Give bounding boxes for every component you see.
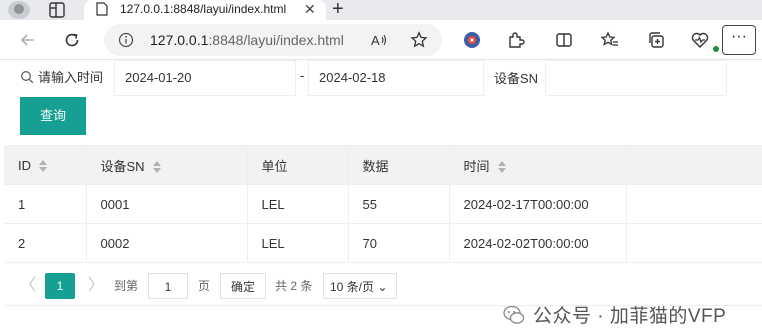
favorite-star-icon[interactable]	[410, 31, 428, 49]
goto-page-input[interactable]: 1	[148, 273, 188, 299]
total-count: 共 2 条	[275, 279, 313, 293]
cell-sn: 0001	[86, 184, 248, 224]
extension-icon[interactable]	[462, 30, 482, 50]
svg-text:A: A	[371, 33, 380, 48]
cell-unit: LEL	[247, 184, 349, 224]
current-page-button[interactable]: 1	[45, 273, 75, 299]
query-button[interactable]: 查询	[20, 97, 86, 135]
pagination: 〈 1 〉 到第 1 页 确定 共 2 条 10 条/页 ⌄	[4, 262, 762, 306]
tab-title: 127.0.0.1:8848/layui/index.html	[120, 2, 287, 16]
avatar-icon[interactable]	[8, 1, 30, 19]
cell-empty	[626, 223, 762, 263]
page-unit-label: 页	[198, 279, 211, 293]
goto-label: 到第	[114, 279, 139, 293]
end-date-input[interactable]: 2024-02-18	[308, 60, 484, 96]
column-header-unit: 单位	[247, 145, 349, 185]
cell-time: 2024-02-02T00:00:00	[449, 223, 627, 263]
new-tab-icon[interactable]: +	[332, 0, 344, 21]
cell-id: 2	[4, 223, 87, 263]
cell-time: 2024-02-17T00:00:00	[449, 184, 627, 224]
info-icon[interactable]	[118, 32, 134, 48]
browser-tab-active[interactable]: 127.0.0.1:8848/layui/index.html ✕	[84, 0, 326, 20]
table-row[interactable]: 2 0002 LEL 70 2024-02-02T00:00:00	[4, 223, 762, 263]
page-size-select[interactable]: 10 条/页 ⌄	[323, 273, 397, 299]
collections-icon[interactable]	[646, 30, 666, 50]
table-header-row: ID 设备SN 单位 数据 时间	[4, 145, 762, 185]
sn-input[interactable]	[545, 60, 727, 96]
data-table: ID 设备SN 单位 数据 时间 1 0001 LEL 55 2024-02-1…	[4, 145, 762, 263]
puzzle-icon[interactable]	[506, 30, 526, 50]
address-bar[interactable]: 127.0.0.1:8848/layui/index.html A	[104, 24, 442, 56]
sort-icon[interactable]	[152, 161, 161, 174]
status-dot	[712, 45, 720, 53]
confirm-button[interactable]: 确定	[220, 273, 266, 299]
page-content: 请输入时间 2024-01-20 - 2024-02-18 设备SN 查询 ID…	[0, 60, 762, 327]
next-page-button[interactable]: 〉	[88, 273, 104, 299]
back-icon[interactable]	[16, 28, 40, 52]
browser-toolbar: 127.0.0.1:8848/layui/index.html A ···	[0, 20, 762, 60]
search-label-text: 请输入时间	[38, 70, 104, 85]
prev-page-button[interactable]: 〈	[20, 273, 36, 299]
cell-empty	[626, 184, 762, 224]
start-date-input[interactable]: 2024-01-20	[114, 60, 296, 96]
table-row[interactable]: 1 0001 LEL 55 2024-02-17T00:00:00	[4, 184, 762, 224]
date-separator: -	[300, 68, 305, 83]
column-header-sn[interactable]: 设备SN	[86, 145, 248, 185]
column-header-empty	[626, 145, 762, 185]
reload-icon[interactable]	[60, 28, 84, 52]
cell-id: 1	[4, 184, 87, 224]
chevron-down-icon: ⌄	[377, 280, 388, 294]
url-text[interactable]: 127.0.0.1:8848/layui/index.html	[150, 32, 344, 48]
cell-data: 55	[348, 184, 450, 224]
more-icon[interactable]: ···	[722, 25, 756, 55]
sn-label: 设备SN	[494, 71, 539, 86]
cell-unit: LEL	[247, 223, 349, 263]
sort-icon[interactable]	[497, 161, 506, 174]
wechat-icon	[503, 305, 525, 324]
column-header-time[interactable]: 时间	[449, 145, 627, 185]
health-icon[interactable]	[690, 30, 710, 50]
favorites-icon[interactable]	[600, 30, 620, 50]
split-screen-icon[interactable]	[554, 30, 574, 50]
cell-data: 70	[348, 223, 450, 263]
workspaces-icon[interactable]	[48, 2, 66, 18]
cell-sn: 0002	[86, 223, 248, 263]
close-icon[interactable]: ✕	[304, 1, 316, 18]
search-icon	[21, 70, 34, 83]
read-aloud-icon[interactable]: A	[370, 31, 388, 49]
sort-icon[interactable]	[39, 160, 47, 173]
browser-tab-bar: 127.0.0.1:8848/layui/index.html ✕ +	[0, 0, 762, 20]
time-search-label: 请输入时间	[20, 67, 103, 86]
column-header-id[interactable]: ID	[4, 145, 87, 185]
page-icon	[96, 2, 108, 16]
column-header-data: 数据	[348, 145, 450, 185]
